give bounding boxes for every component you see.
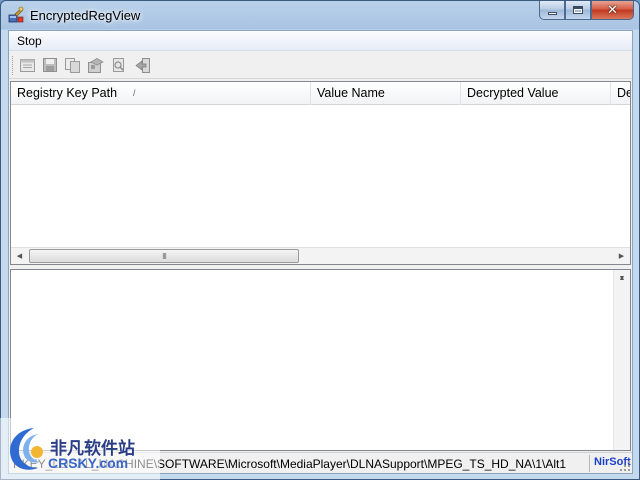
exit-button[interactable] bbox=[134, 57, 151, 73]
horizontal-scrollbar[interactable]: ◀ III ▶ bbox=[11, 247, 630, 264]
list-header: Registry Key Path / Value Name Decrypted… bbox=[11, 82, 630, 105]
html-report-icon bbox=[87, 57, 104, 73]
properties-button[interactable] bbox=[19, 57, 36, 73]
maximize-icon bbox=[573, 6, 583, 14]
size-grip-icon[interactable] bbox=[619, 460, 631, 472]
column-label: Value Name bbox=[317, 86, 385, 100]
window-title: EncryptedRegView bbox=[30, 8, 141, 23]
copy-button[interactable] bbox=[64, 57, 81, 73]
minimize-icon bbox=[547, 11, 557, 15]
close-button[interactable]: ✕ bbox=[591, 1, 634, 20]
menu-bar: Stop bbox=[9, 31, 632, 51]
properties-icon bbox=[20, 58, 35, 72]
crsky-watermark: 非凡软件站 CRSKY.com bbox=[0, 418, 160, 480]
column-label: Registry Key Path bbox=[17, 86, 118, 100]
column-header-decrypted-value[interactable]: Decrypted Value bbox=[461, 82, 611, 105]
registry-list-view[interactable]: Registry Key Path / Value Name Decrypted… bbox=[10, 81, 631, 265]
minimize-button[interactable] bbox=[539, 1, 565, 20]
column-header-value-name[interactable]: Value Name bbox=[311, 82, 461, 105]
watermark-text-en: CRSKY.com bbox=[48, 455, 129, 471]
exit-icon bbox=[134, 57, 150, 73]
horizontal-scroll-thumb[interactable]: III bbox=[29, 249, 299, 263]
caption-buttons: ✕ bbox=[539, 1, 634, 21]
close-icon: ✕ bbox=[607, 2, 618, 18]
app-icon[interactable] bbox=[7, 6, 25, 24]
column-label: De bbox=[617, 86, 630, 100]
save-icon bbox=[42, 58, 57, 72]
vertical-scrollbar[interactable]: ▲ ▼ bbox=[613, 270, 630, 450]
client-area: Stop Registry Key Path / Value Name Decr… bbox=[8, 30, 633, 474]
toolbar bbox=[9, 52, 632, 79]
maximize-button[interactable] bbox=[565, 1, 591, 20]
title-bar[interactable]: EncryptedRegView ✕ bbox=[1, 1, 639, 31]
column-header-de[interactable]: De bbox=[611, 82, 630, 105]
crsky-logo-icon bbox=[10, 428, 43, 470]
scroll-left-arrow-icon[interactable]: ◀ bbox=[11, 248, 28, 264]
sort-indicator-icon: / bbox=[133, 88, 136, 98]
find-icon bbox=[113, 57, 124, 72]
scroll-right-arrow-icon[interactable]: ▶ bbox=[613, 248, 630, 264]
html-report-button[interactable] bbox=[87, 57, 104, 73]
save-button[interactable] bbox=[41, 57, 58, 73]
column-label: Decrypted Value bbox=[467, 86, 559, 100]
copy-icon bbox=[65, 57, 80, 73]
menu-item-stop[interactable]: Stop bbox=[16, 34, 43, 48]
column-header-registry-key-path[interactable]: Registry Key Path / bbox=[11, 82, 311, 105]
scroll-down-arrow-icon[interactable]: ▼ bbox=[614, 270, 630, 287]
status-separator bbox=[589, 455, 590, 472]
scroll-thumb-grip: III bbox=[162, 251, 167, 261]
toolbar-grip[interactable] bbox=[12, 56, 15, 75]
find-button[interactable] bbox=[110, 57, 127, 73]
app-window: EncryptedRegView ✕ Stop Registry Key Pat… bbox=[0, 0, 640, 480]
